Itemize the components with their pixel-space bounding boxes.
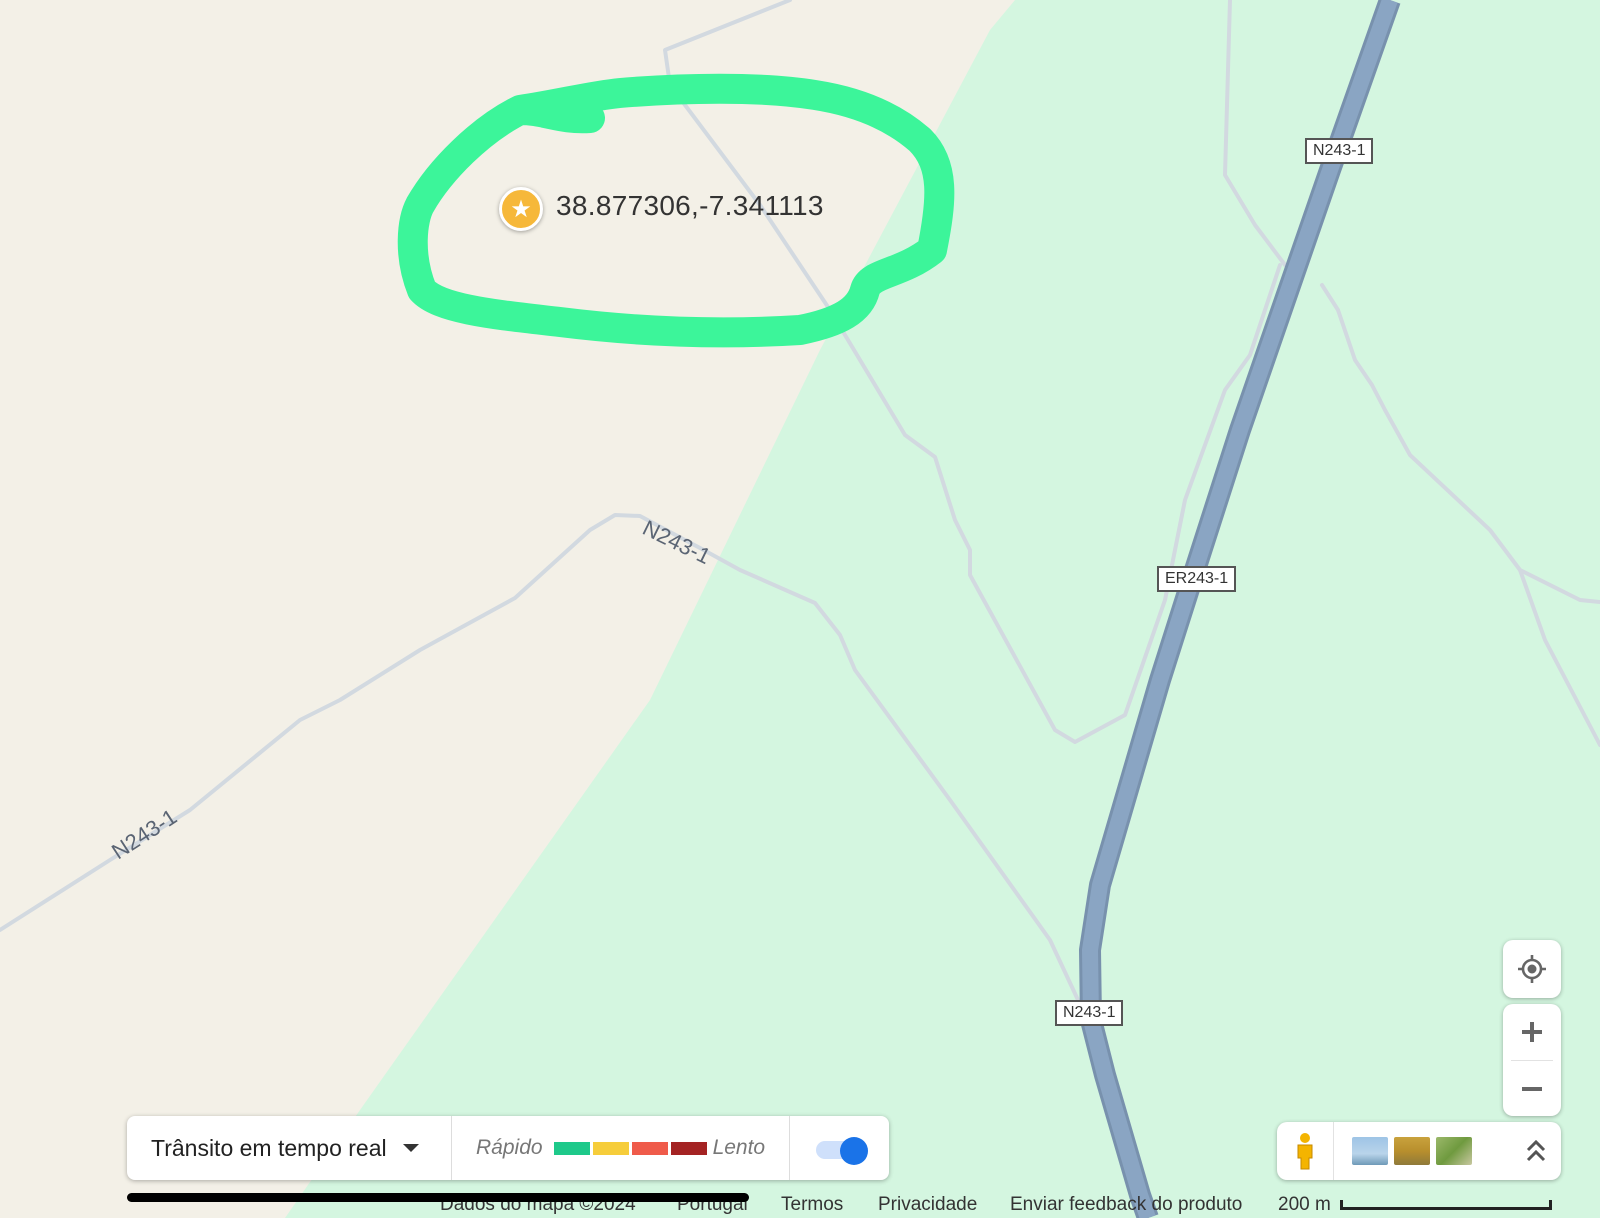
traffic-panel: Trânsito em tempo real Rápido Lento [127,1116,889,1180]
scale-label[interactable]: 200 m [1278,1194,1331,1216]
terms-link[interactable]: Termos [781,1194,843,1216]
traffic-toggle[interactable] [816,1137,869,1165]
privacy-link[interactable]: Privacidade [878,1194,977,1216]
double-chevron-up-icon [1526,1139,1546,1162]
zoom-controls [1503,1004,1561,1116]
legend-fast-label: Rápido [476,1136,543,1159]
layer-thumbnail[interactable] [1436,1137,1472,1165]
scale-bar [1340,1200,1552,1210]
layer-thumbnails[interactable] [1352,1137,1478,1165]
feedback-link[interactable]: Enviar feedback do produto [1010,1194,1242,1216]
my-location-icon [1518,955,1546,983]
plus-icon [1522,1022,1542,1042]
legend-swatch-moderate [592,1141,629,1155]
legend-swatch-slow [631,1141,668,1155]
road-shield-er243-1: ER243-1 [1157,566,1237,592]
star-icon: ★ [510,195,532,223]
my-location-button[interactable] [1503,940,1561,998]
road-shield-n243-1: N243-1 [1055,1000,1124,1026]
traffic-legend: Rápido Lento [452,1136,789,1160]
map-canvas[interactable]: N243-1 N243-1 [0,0,1600,1218]
zoom-in-button[interactable] [1503,1004,1561,1060]
divider [789,1116,791,1180]
road-shield-n243-1: N243-1 [1305,138,1374,164]
coordinates-label: 38.877306,-7.341113 [556,190,824,221]
toggle-knob [840,1137,869,1165]
legend-slow-label: Lento [712,1136,766,1159]
layers-bar [1277,1122,1561,1180]
gesture-bar [127,1193,749,1202]
minus-icon [1522,1086,1542,1091]
traffic-title: Trânsito em tempo real [151,1134,387,1161]
legend-swatch-fast [553,1141,590,1155]
expand-layers-button[interactable] [1511,1122,1561,1180]
saved-place-pin[interactable]: ★ [499,187,543,231]
layer-thumbnail[interactable] [1352,1137,1388,1165]
legend-swatch-very-slow [670,1141,707,1155]
dropdown-caret-icon [402,1144,419,1152]
pegman-button[interactable] [1277,1122,1334,1180]
zoom-out-button[interactable] [1503,1061,1561,1116]
pegman-icon [1297,1133,1313,1170]
layer-thumbnail[interactable] [1394,1137,1430,1165]
traffic-dropdown[interactable]: Trânsito em tempo real [127,1135,451,1162]
